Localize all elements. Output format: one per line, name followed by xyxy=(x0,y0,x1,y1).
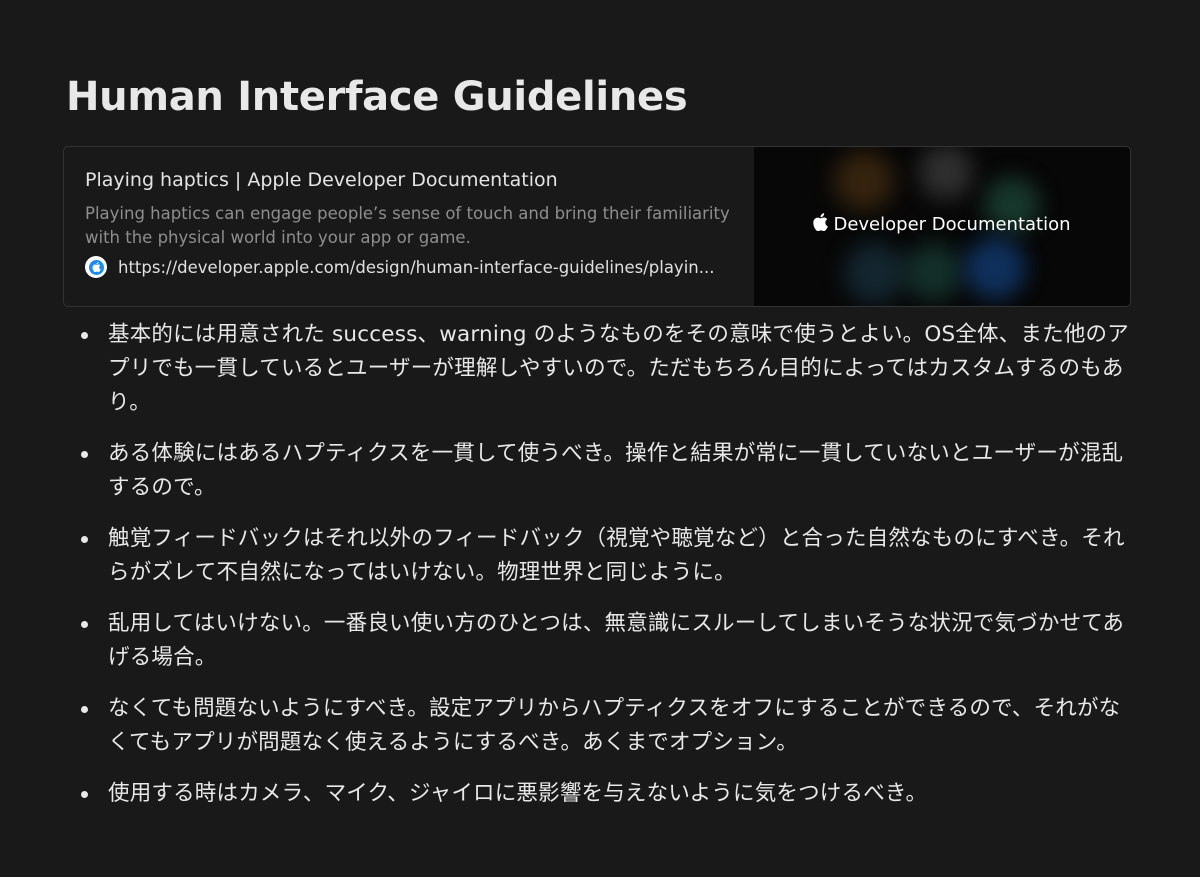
list-item-text: 乱用してはいけない。一番良い使い方のひとつは、無意識にスルーしてしまいそうな状況… xyxy=(108,611,1125,670)
bookmark-title: Playing haptics | Apple Developer Docume… xyxy=(85,169,558,191)
bullet-list: 基本的には用意された success、warning のようなものをその意味で使… xyxy=(66,318,1132,828)
bookmark-card[interactable]: Playing haptics | Apple Developer Docume… xyxy=(63,146,1131,307)
bookmark-text: Playing haptics | Apple Developer Docume… xyxy=(85,167,745,278)
list-item: 触覚フィードバックはそれ以外のフィードバック（視覚や聴覚など）と合った自然なもの… xyxy=(66,522,1132,590)
list-item-text: 触覚フィードバックはそれ以外のフィードバック（視覚や聴覚など）と合った自然なもの… xyxy=(108,526,1125,585)
list-item: なくても問題ないようにすべき。設定アプリからハプティクスをオフにすることができる… xyxy=(66,692,1132,760)
page-title: Human Interface Guidelines xyxy=(66,74,688,120)
list-item: 基本的には用意された success、warning のようなものをその意味で使… xyxy=(66,318,1132,420)
bookmark-description: Playing haptics can engage people’s sens… xyxy=(85,204,730,247)
bullet-dot xyxy=(81,791,88,798)
bookmark-url[interactable]: https://developer.apple.com/design/human… xyxy=(118,258,738,277)
thumbnail-caption-text: Developer Documentation xyxy=(833,214,1071,235)
bookmark-url-row: https://developer.apple.com/design/human… xyxy=(85,256,745,278)
list-item: 乱用してはいけない。一番良い使い方のひとつは、無意識にスルーしてしまいそうな状況… xyxy=(66,607,1132,675)
bullet-dot xyxy=(81,332,88,339)
bullet-dot xyxy=(81,536,88,543)
bullet-dot xyxy=(81,706,88,713)
apple-developer-icon xyxy=(85,256,107,278)
bullet-dot xyxy=(81,621,88,628)
list-item: ある体験にはあるハプティクスを一貫して使うべき。操作と結果が常に一貫していないと… xyxy=(66,437,1132,505)
list-item-text: なくても問題ないようにすべき。設定アプリからハプティクスをオフにすることができる… xyxy=(108,696,1121,755)
bullet-dot xyxy=(81,451,88,458)
thumbnail-caption: Developer Documentation xyxy=(754,213,1130,236)
list-item-text: ある体験にはあるハプティクスを一貫して使うべき。操作と結果が常に一貫していないと… xyxy=(108,441,1124,500)
bookmark-thumbnail: Developer Documentation xyxy=(754,147,1130,306)
list-item-text: 使用する時はカメラ、マイク、ジャイロに悪影響を与えないように気をつけるべき。 xyxy=(108,781,928,806)
page: Human Interface Guidelines Playing hapti… xyxy=(0,0,1200,877)
list-item-text: 基本的には用意された success、warning のようなものをその意味で使… xyxy=(108,322,1129,415)
apple-logo-icon xyxy=(813,213,829,236)
list-item: 使用する時はカメラ、マイク、ジャイロに悪影響を与えないように気をつけるべき。 xyxy=(66,777,1132,811)
